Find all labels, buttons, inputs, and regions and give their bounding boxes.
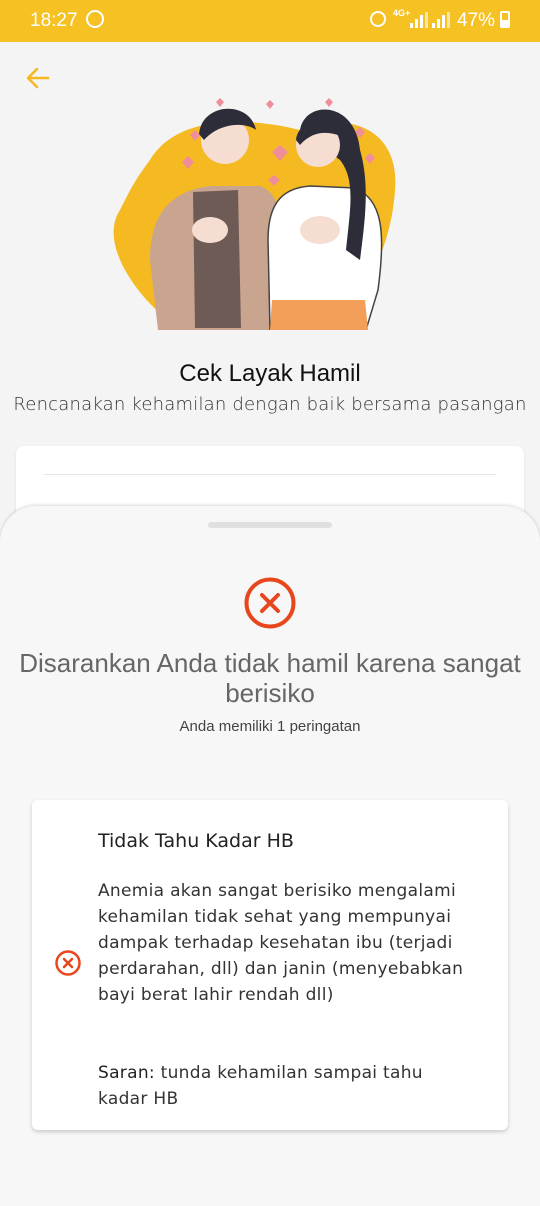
warning-description: Anemia akan sangat berisiko mengalami ke… <box>98 881 464 1005</box>
network-type: 4G+ <box>393 8 411 18</box>
back-button[interactable] <box>22 62 54 94</box>
x-circle-icon <box>244 577 296 629</box>
battery-percentage: 47% <box>457 10 496 31</box>
alarm-icon <box>370 11 386 27</box>
warning-advice: Saran: tunda kehamilan sampai tahu kadar… <box>98 1060 468 1112</box>
page-subtitle: Rencanakan kehamilan dengan baik bersama… <box>13 394 527 415</box>
page-title: Cek Layak Hamil <box>179 360 361 387</box>
warning-count: Anda memiliki 1 peringatan <box>179 718 361 735</box>
result-bottom-sheet: Disarankan Anda tidak hamil karena sanga… <box>0 506 540 1206</box>
whatsapp-icon <box>86 10 104 28</box>
status-time: 18:27 <box>30 10 78 31</box>
arrow-left-icon <box>26 67 50 89</box>
sheet-drag-handle[interactable] <box>208 522 332 528</box>
status-bar: 18:27 4G+ 47% <box>0 0 540 42</box>
couple-illustration <box>110 90 410 331</box>
result-title: Disarankan Anda tidak hamil karena sanga… <box>19 648 521 708</box>
advice-label: Saran: <box>98 1063 155 1083</box>
signal-icon <box>410 12 428 28</box>
warning-title: Tidak Tahu Kadar HB <box>98 830 294 852</box>
x-circle-icon <box>55 950 81 976</box>
battery-icon <box>500 11 510 28</box>
card-divider <box>44 474 496 475</box>
signal-icon <box>432 12 450 28</box>
warning-card: Tidak Tahu Kadar HB Anemia akan sangat b… <box>32 800 508 1130</box>
